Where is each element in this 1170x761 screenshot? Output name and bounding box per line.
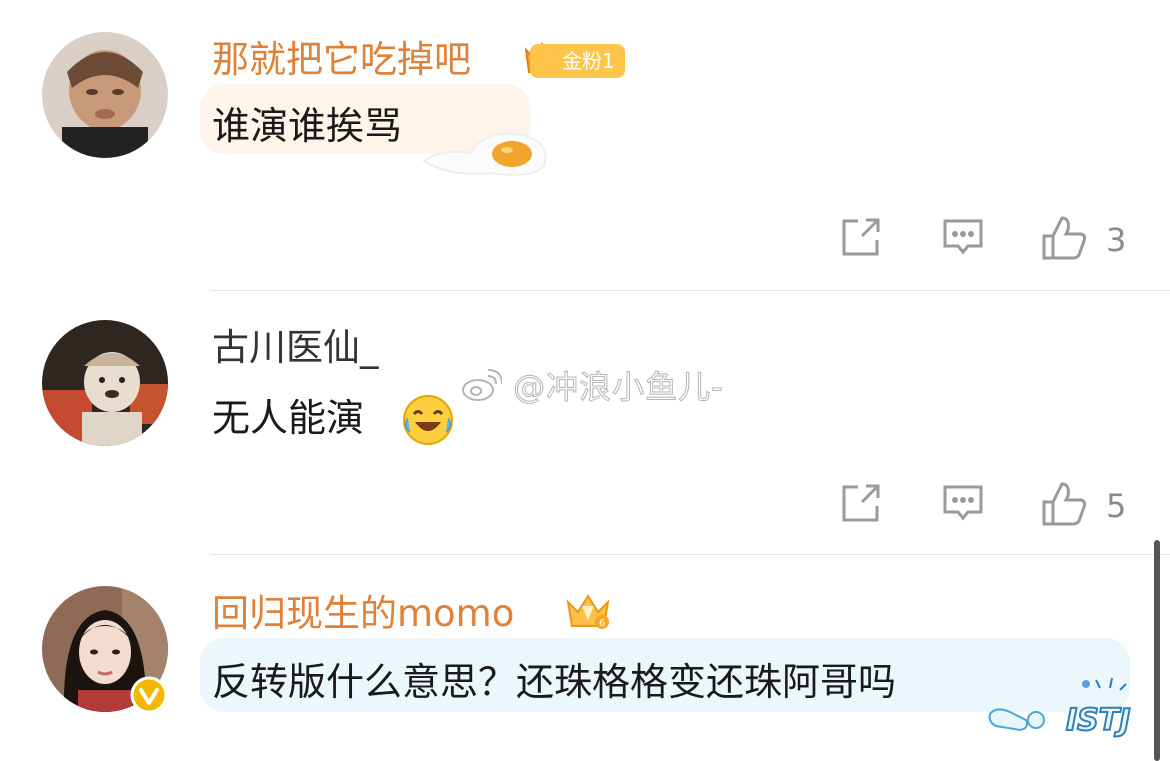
crown-icon: 6: [562, 590, 614, 638]
comment-actions: 3: [838, 214, 1138, 264]
like-icon[interactable]: [1040, 480, 1088, 532]
comment-text: 反转版什么意思？还珠格格变还珠阿哥吗: [212, 660, 897, 704]
svg-text:6: 6: [599, 618, 605, 629]
scrollbar[interactable]: [1154, 540, 1160, 761]
username[interactable]: 回归现生的momo: [212, 592, 514, 636]
share-icon[interactable]: [838, 214, 884, 264]
comment-actions: 5: [838, 480, 1138, 530]
fan-badge: 金粉1: [530, 44, 625, 78]
comment-item: 古川医仙_ 无人能演 5: [0, 290, 1170, 554]
avatar[interactable]: [42, 320, 168, 446]
comment-item: 那就把它吃掉吧 1 金粉1 谁演谁挨骂: [0, 0, 1170, 290]
username[interactable]: 那就把它吃掉吧: [212, 38, 471, 82]
like-count: 5: [1106, 487, 1127, 525]
comment-text: 无人能演: [212, 396, 365, 440]
comment-text: 谁演谁挨骂: [212, 104, 403, 148]
laugh-cry-emoji-icon: [400, 392, 456, 452]
verified-badge-icon: [130, 676, 168, 718]
watermark: @冲浪小鱼儿-: [460, 362, 724, 408]
comment-item: 回归现生的momo 6 反转版什么意思？还珠格格变还珠阿哥吗 ISTJ: [0, 554, 1170, 761]
like-icon[interactable]: [1040, 214, 1088, 266]
watermark-text: @冲浪小鱼儿-: [513, 368, 724, 407]
share-icon[interactable]: [838, 480, 884, 530]
avatar[interactable]: [42, 32, 168, 158]
comment-icon[interactable]: [940, 480, 986, 530]
username[interactable]: 古川医仙_: [212, 326, 379, 370]
like-count: 3: [1106, 221, 1127, 259]
istj-sticker-icon: ISTJ: [986, 674, 1148, 744]
weibo-logo-icon: [462, 369, 503, 401]
comment-icon[interactable]: [940, 214, 986, 264]
fried-egg-icon: [420, 125, 556, 183]
svg-text:ISTJ: ISTJ: [1066, 703, 1130, 738]
